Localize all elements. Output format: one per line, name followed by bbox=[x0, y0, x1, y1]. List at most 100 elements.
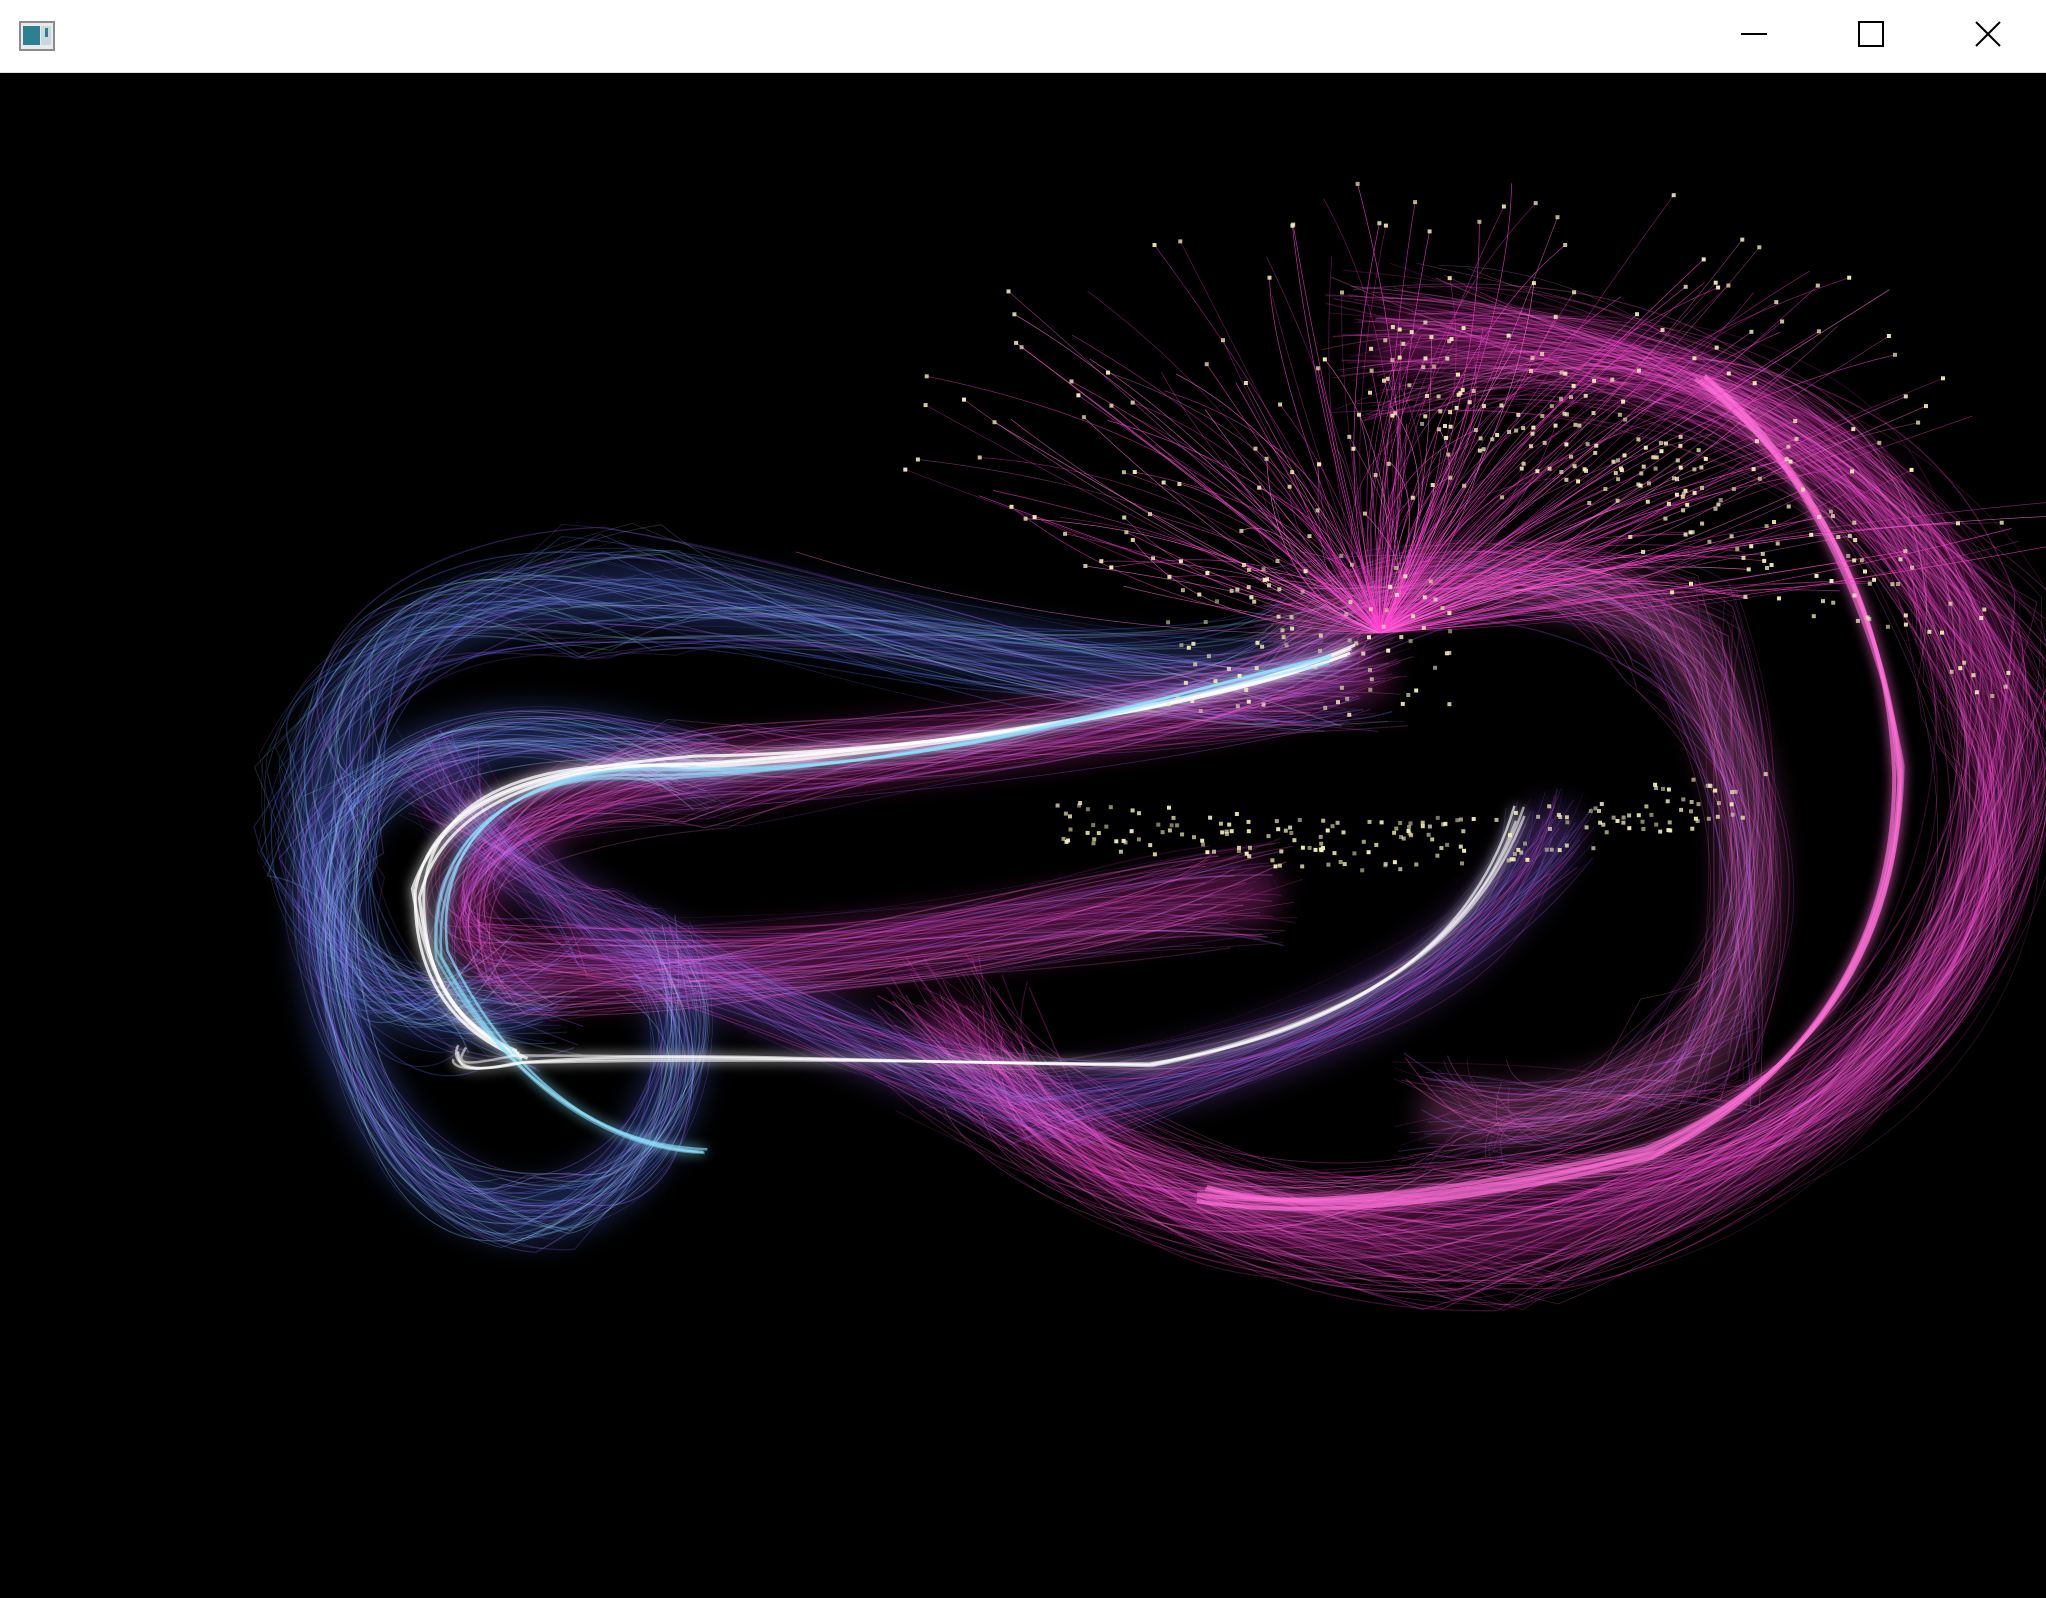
particle-dot bbox=[1339, 553, 1344, 558]
particle-dot bbox=[1713, 788, 1718, 793]
particle-dot bbox=[1599, 802, 1604, 806]
particle-dot bbox=[1689, 800, 1694, 804]
particle-dot bbox=[1161, 480, 1166, 485]
particle-dot bbox=[1249, 595, 1254, 600]
title-bar[interactable] bbox=[0, 0, 2046, 73]
particle-dot bbox=[1200, 838, 1205, 843]
particle-dot bbox=[1386, 461, 1391, 466]
particle-dot bbox=[1388, 584, 1393, 589]
particle-dot bbox=[1846, 553, 1851, 558]
particle-dot bbox=[1726, 371, 1731, 376]
particle-dot bbox=[2003, 684, 2008, 689]
particle-dot bbox=[1392, 830, 1397, 835]
particle-dot bbox=[1012, 312, 1017, 317]
particle-dot bbox=[1688, 530, 1693, 535]
particle-dot bbox=[1276, 827, 1281, 832]
particle-dot bbox=[1619, 466, 1623, 471]
particle-dot bbox=[1447, 702, 1452, 707]
particle-dot bbox=[1350, 562, 1355, 567]
particle-dot bbox=[1639, 471, 1644, 476]
particle-dot bbox=[1229, 829, 1234, 834]
particle-dot bbox=[1443, 424, 1447, 428]
particle-dot bbox=[1448, 410, 1453, 415]
particle-dot bbox=[1663, 441, 1668, 446]
particle-dot bbox=[1009, 504, 1014, 509]
particle-dot bbox=[1315, 366, 1320, 371]
particle-dot bbox=[1351, 446, 1356, 451]
particle-dot bbox=[1420, 421, 1425, 426]
particle-dot bbox=[1949, 669, 1954, 674]
particle-dot bbox=[915, 457, 920, 462]
particle-dot bbox=[903, 467, 908, 472]
particle-dot bbox=[1205, 850, 1210, 855]
particle-dot bbox=[1227, 822, 1232, 827]
particle-dot bbox=[1746, 567, 1751, 572]
particle-dot bbox=[1014, 340, 1019, 345]
particle-dot bbox=[1341, 830, 1346, 835]
particle-dot bbox=[1706, 816, 1711, 821]
particle-dot bbox=[1374, 842, 1379, 847]
particle-dot bbox=[1368, 687, 1373, 692]
particle-dot bbox=[1224, 832, 1229, 836]
particle-dot bbox=[1749, 544, 1754, 549]
particle-dot bbox=[1300, 864, 1305, 869]
particle-dot bbox=[1420, 820, 1425, 825]
particle-dot bbox=[1521, 426, 1526, 431]
particle-dot bbox=[1647, 481, 1651, 486]
particle-dot bbox=[1999, 520, 2004, 525]
particle-dot bbox=[1260, 644, 1265, 649]
particle-dot bbox=[1166, 620, 1171, 625]
particle-dot bbox=[1130, 808, 1135, 813]
particle-dot bbox=[1565, 820, 1570, 825]
particle-dot bbox=[1592, 378, 1597, 383]
particle-dot bbox=[1696, 802, 1701, 807]
maximize-button[interactable] bbox=[1812, 0, 1929, 72]
particle-dot bbox=[1540, 414, 1545, 419]
particle-dot bbox=[1069, 379, 1074, 384]
particle-dot bbox=[1601, 822, 1606, 827]
particle-dot bbox=[1495, 433, 1500, 437]
particle-dot bbox=[1208, 815, 1213, 820]
particle-dot bbox=[1667, 820, 1672, 825]
particle-dot bbox=[1368, 668, 1372, 672]
particle-dot bbox=[1654, 786, 1659, 791]
particle-dot bbox=[1246, 829, 1251, 834]
particle-dot bbox=[1786, 444, 1791, 449]
particle-dot bbox=[1769, 563, 1774, 567]
particle-dot bbox=[1239, 528, 1244, 533]
particle-dot bbox=[1129, 829, 1134, 834]
particle-dot bbox=[1863, 569, 1867, 574]
particle-dot bbox=[1681, 797, 1686, 802]
particle-dot bbox=[1099, 559, 1104, 564]
particle-dot bbox=[1636, 437, 1641, 442]
particle-dot bbox=[1448, 424, 1453, 429]
particle-dot bbox=[1852, 520, 1857, 525]
particle-dot bbox=[1340, 290, 1344, 295]
particle-dot bbox=[1481, 447, 1486, 452]
particle-dot bbox=[1339, 685, 1344, 690]
maximize-icon bbox=[1857, 20, 1885, 53]
particle-dot bbox=[1394, 593, 1399, 597]
particle-dot bbox=[1604, 830, 1609, 835]
app-icon bbox=[19, 21, 55, 51]
particle-dot bbox=[1122, 515, 1127, 520]
particle-dot bbox=[1428, 579, 1433, 584]
particle-dot bbox=[1816, 329, 1821, 334]
particle-dot bbox=[1348, 600, 1353, 605]
particle-dot bbox=[1831, 600, 1836, 605]
particle-dot bbox=[1851, 427, 1856, 432]
close-button[interactable] bbox=[1929, 0, 2046, 72]
particle-dot bbox=[1754, 439, 1759, 444]
particle-dot bbox=[1068, 814, 1072, 819]
particle-dot bbox=[1132, 470, 1137, 474]
particle-dot bbox=[1315, 508, 1320, 513]
particle-dot bbox=[1367, 819, 1372, 824]
render-canvas[interactable] bbox=[0, 73, 2046, 1598]
particle-dot bbox=[1406, 693, 1411, 697]
particle-dot bbox=[1700, 521, 1705, 526]
particle-dot bbox=[1979, 616, 1984, 620]
particle-dot bbox=[1678, 434, 1683, 439]
minimize-button[interactable] bbox=[1695, 0, 1812, 72]
particle-dot bbox=[1462, 848, 1467, 853]
particle-dot bbox=[1593, 450, 1598, 455]
